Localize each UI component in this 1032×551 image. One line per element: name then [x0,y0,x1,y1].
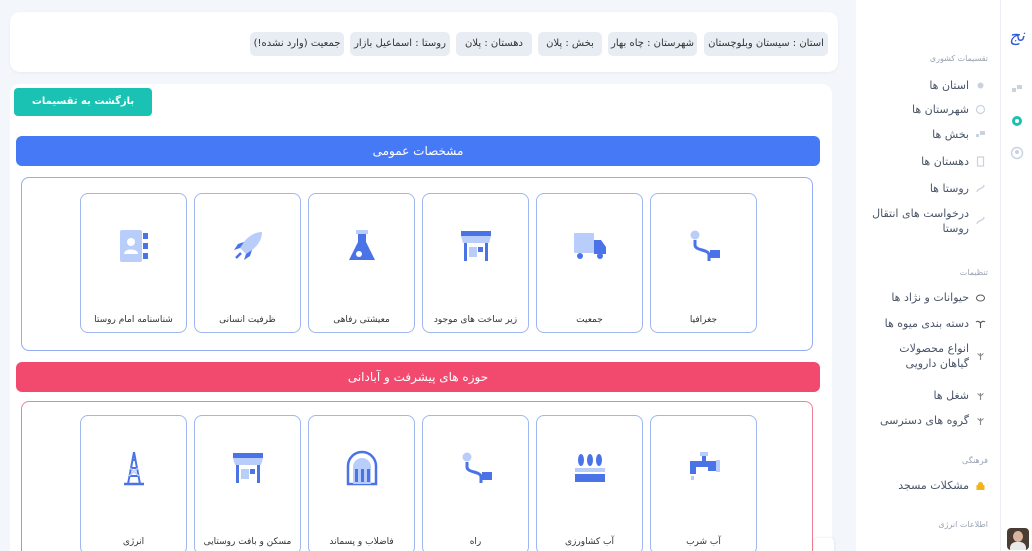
card-housing-rural-fabric[interactable]: مسکن و بافت روستایی [194,415,301,551]
clock-icon [975,104,986,115]
route-icon [976,184,985,193]
card-village-imam-profile[interactable]: شناسنامه امام روستا [80,193,187,333]
card-infrastructure[interactable]: زیر ساخت های موجود [422,193,529,333]
sidebar-section-title: تنظیمات [959,268,988,277]
settings-icon[interactable] [1010,114,1024,128]
sidebar-section-title: اطلاعات انرژی [938,520,988,529]
sidebar-item-districts[interactable]: بخش ها [856,127,1000,142]
route-icon [976,216,985,225]
sidebar-item-rural-districts[interactable]: دهستان ها [856,154,1000,169]
mosque-icon [976,482,985,490]
breadcrumb: استان : سیستان وبلوچستان شهرستان : چاه ب… [10,12,838,72]
sidebar-item-jobs[interactable]: شغل ها [856,388,1000,403]
plant-icon [975,320,986,328]
section-title-general: مشخصات عمومی [16,136,820,166]
breadcrumb-village[interactable]: روستا : اسماعیل بازار [350,32,450,56]
sidebar-section-title: فرهنگی [962,456,988,465]
card-livelihood-welfare[interactable]: معیشتی رفاهی [308,193,415,333]
back-to-divisions-button[interactable]: بازگشت به تقسیمات کشوری [14,88,152,135]
road-sign-icon [976,131,985,137]
sidebar-item-medicinal-plants[interactable]: انواع محصولات گیاهان دارویی [856,341,1000,371]
development-cards-group: آب شرب آب کشاورزی راه فاضلاب و پسماند مس… [21,401,813,551]
contact-book-icon [120,230,148,262]
road-sign-icon [462,452,492,483]
sidebar-item-village-transfer-requests[interactable]: درخواست های انتقال روستا [856,206,1000,236]
main-area: استان : سیستان وبلوچستان شهرستان : چاه ب… [0,0,848,551]
card-energy[interactable]: انرژی [80,415,187,551]
general-cards-group: جغرافیا جمعیت زیر ساخت های موجود معیشتی … [21,177,813,351]
sidebar-item-access-groups[interactable]: گروه های دسترسی [856,413,1000,428]
animal-icon [976,294,985,302]
breadcrumb-province[interactable]: استان : سیستان وبلوچستان [704,32,828,56]
app-logo[interactable]: نج [1005,26,1029,46]
market-stall-icon [233,453,263,483]
truck-icon [574,233,606,259]
scroll-handle[interactable] [814,538,834,551]
icon-rail: نج [1000,0,1032,551]
irrigation-icon [575,454,605,482]
user-icon[interactable] [1010,146,1024,160]
sewage-icon [346,450,378,486]
card-road[interactable]: راه [422,415,529,551]
sidebar-item-animals[interactable]: حیوانات و نژاد ها [856,290,1000,305]
card-sewage-waste[interactable]: فاضلاب و پسماند [308,415,415,551]
sidebar-item-fruits[interactable]: دسته بندی میوه ها [856,316,1000,331]
user-avatar[interactable] [1007,528,1029,550]
power-tower-icon [124,451,144,486]
leaf-icon [977,418,984,425]
dot-icon [977,82,984,89]
card-drinking-water[interactable]: آب شرب [650,415,757,551]
breadcrumb-county[interactable]: شهرستان : چاه بهار [608,32,697,56]
sidebar-item-villages[interactable]: روستا ها [856,181,1000,196]
leaf-icon [977,393,984,400]
breadcrumb-rural-district[interactable]: دهستان : پلان [456,32,532,56]
leaf-icon [977,353,984,360]
sidebar-item-provinces[interactable]: استان ها [856,78,1000,93]
sidebar-section-title: تقسیمات کشوری [929,54,988,63]
water-tap-icon [690,452,720,480]
breadcrumb-district[interactable]: بخش : پلان [538,32,602,56]
flask-icon [349,230,375,260]
card-population[interactable]: جمعیت [536,193,643,333]
road-sign-icon [690,230,720,261]
market-stall-icon [461,231,491,261]
sidebar-item-counties[interactable]: شهرستان ها [856,102,1000,117]
sidebar-item-mosque-problems[interactable]: مشکلات مسجد [856,478,1000,493]
section-title-development: حوزه های پیشرفت و آبادانی [16,362,820,392]
content-panel: بازگشت به تقسیمات کشوری مشخصات عمومی جغر… [10,84,832,551]
road-sign-icon[interactable] [1010,82,1024,96]
card-geography[interactable]: جغرافیا [650,193,757,333]
card-human-capacity[interactable]: ظرفیت انسانی [194,193,301,333]
breadcrumb-population[interactable]: جمعیت (وارد نشده!) [250,32,344,56]
document-icon [976,156,985,167]
rocket-icon [234,232,262,260]
sidebar: تقسیمات کشوری استان ها شهرستان ها بخش ها… [856,0,1000,551]
card-agricultural-water[interactable]: آب کشاورزی [536,415,643,551]
